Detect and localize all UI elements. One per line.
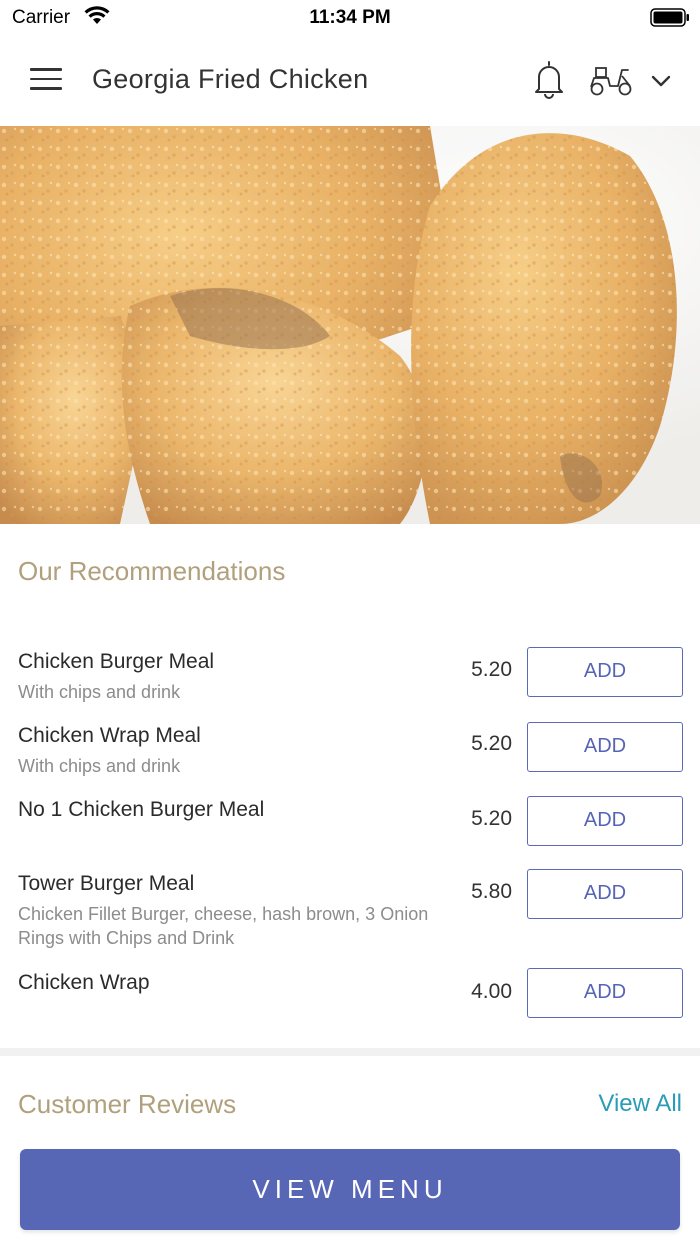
fried-chicken-photo — [0, 126, 700, 524]
item-name: Chicken Burger Meal — [18, 650, 215, 673]
app-header: Georgia Fried Chicken — [0, 36, 700, 126]
item-description: With chips and drink — [18, 682, 181, 702]
item-price: 5.20 — [471, 732, 512, 755]
hero-image — [0, 126, 700, 524]
page-title: Georgia Fried Chicken — [92, 64, 369, 94]
item-description: Chicken Fillet Burger, cheese, hash brow… — [18, 904, 429, 948]
section-divider — [0, 1048, 700, 1056]
add-button[interactable]: ADD — [527, 968, 683, 1018]
item-price: 5.80 — [471, 880, 512, 903]
item-name: Chicken Wrap Meal — [18, 724, 201, 747]
item-price: 5.20 — [471, 807, 512, 830]
item-price: 4.00 — [471, 980, 512, 1003]
view-menu-button[interactable]: VIEW MENU — [20, 1149, 680, 1230]
status-bar: Carrier 11:34 PM — [0, 0, 700, 36]
scooter-icon[interactable] — [588, 62, 634, 98]
add-button[interactable]: ADD — [527, 722, 683, 772]
battery-icon — [650, 8, 689, 27]
add-button[interactable]: ADD — [527, 647, 683, 697]
chevron-down-icon[interactable] — [648, 68, 674, 94]
recommendations-title: Our Recommendations — [18, 556, 286, 586]
bell-icon[interactable] — [532, 58, 566, 100]
menu-icon[interactable] — [30, 68, 62, 92]
item-price: 5.20 — [471, 658, 512, 681]
item-name: Chicken Wrap — [18, 971, 150, 994]
item-name: Tower Burger Meal — [18, 872, 195, 895]
view-all-link[interactable]: View All — [598, 1090, 682, 1118]
add-button[interactable]: ADD — [527, 796, 683, 846]
item-description: With chips and drink — [18, 756, 181, 776]
item-name: No 1 Chicken Burger Meal — [18, 798, 265, 821]
status-time: 11:34 PM — [309, 7, 391, 28]
add-button[interactable]: ADD — [527, 869, 683, 919]
reviews-title: Customer Reviews — [18, 1089, 237, 1119]
